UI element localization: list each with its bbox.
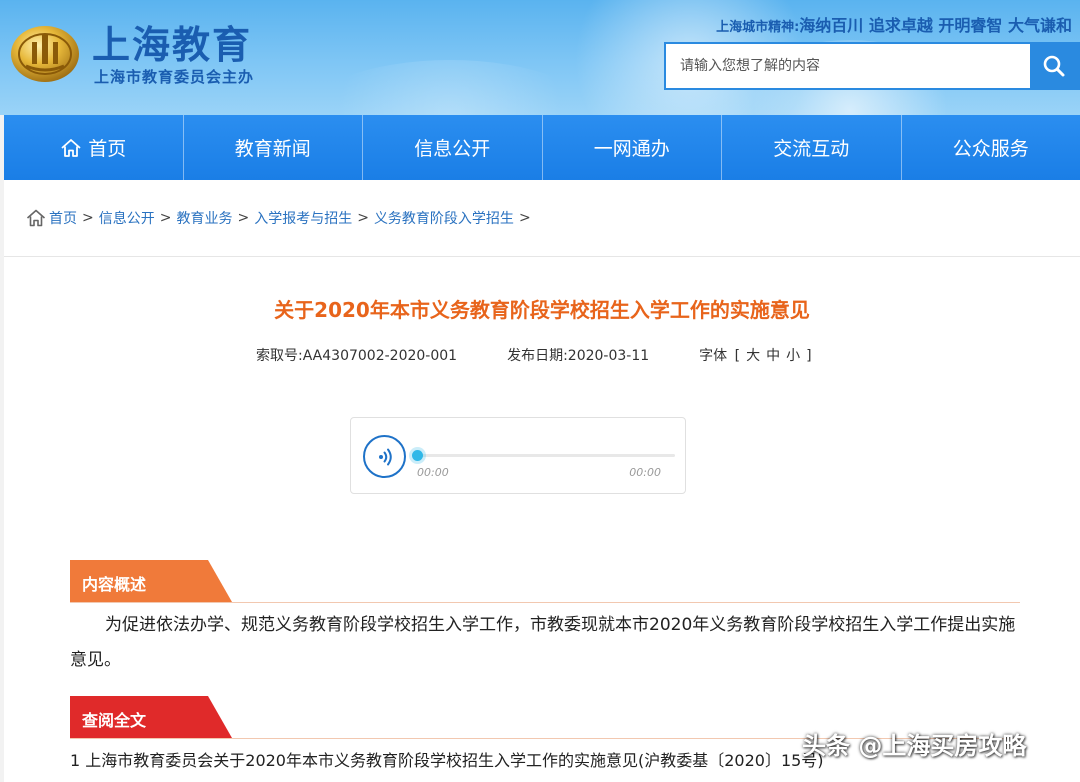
- search-input[interactable]: [666, 44, 1032, 88]
- nav-item-label: 公众服务: [952, 138, 1029, 160]
- breadcrumb-link-home[interactable]: 首页: [49, 208, 77, 228]
- nav-item-label: 教育新闻: [234, 138, 311, 160]
- nav-item-education-news[interactable]: 教育新闻: [184, 115, 363, 180]
- home-icon[interactable]: [26, 208, 46, 228]
- play-button[interactable]: [363, 435, 406, 478]
- audio-wave-icon: [378, 448, 392, 465]
- city-spirit-text: 海纳百川 追求卓越 开明睿智 大气谦和: [799, 16, 1072, 35]
- publish-date-label: 发布日期:: [507, 348, 568, 364]
- publish-date-value: 2020-03-11: [567, 348, 650, 364]
- summary-section-divider: [70, 602, 1020, 603]
- font-size-label: 字体: [699, 348, 728, 364]
- audio-progress-handle[interactable]: [412, 450, 423, 461]
- watermark-text: 头条 @上海买房攻略: [802, 732, 1027, 760]
- font-size-medium-button[interactable]: 中: [766, 348, 780, 364]
- site-title[interactable]: 上海教育: [92, 14, 252, 69]
- search-button[interactable]: [1030, 44, 1078, 88]
- summary-section-label: 内容概述: [82, 575, 147, 594]
- audio-progress-track[interactable]: [412, 450, 675, 461]
- summary-text: 为促进依法办学、规范义务教育阶段学校招生入学工作，市教委现就本市2020年义务教…: [70, 615, 1016, 670]
- breadcrumb-separator: >: [82, 210, 94, 226]
- font-size-bracket-close: ]: [806, 348, 812, 364]
- publish-date: 发布日期:2020-03-11: [507, 345, 649, 365]
- audio-player: 00:00 00:00: [350, 417, 686, 494]
- home-icon: [61, 138, 81, 157]
- site-header: 上海教育 上海市教育委员会主办 上海城市精神:海纳百川 追求卓越 开明睿智 大气…: [0, 0, 1080, 115]
- index-number: 索取号:AA4307002-2020-001: [256, 345, 457, 365]
- nav-item-label: 首页: [88, 138, 127, 160]
- site-logo-emblem-icon[interactable]: [8, 12, 82, 86]
- breadcrumb-link-education-business[interactable]: 教育业务: [176, 208, 232, 228]
- content-panel: 首页 > 信息公开 > 教育业务 > 入学报考与招生 > 义务教育阶段入学招生 …: [4, 180, 1080, 782]
- nav-item-interaction[interactable]: 交流互动: [722, 115, 902, 180]
- breadcrumb-link-admission[interactable]: 入学报考与招生: [254, 208, 352, 228]
- audio-current-time: 00:00: [417, 466, 449, 479]
- search-box: [664, 42, 1080, 90]
- article-title: 关于2020年本市义务教育阶段学校招生入学工作的实施意见: [274, 298, 810, 322]
- search-icon: [1043, 55, 1065, 77]
- breadcrumb-separator: >: [237, 210, 250, 226]
- nav-item-label: 信息公开: [414, 138, 491, 160]
- nav-item-label: 交流互动: [773, 138, 850, 160]
- breadcrumb-separator: >: [518, 210, 531, 226]
- nav-item-public-service[interactable]: 公众服务: [902, 115, 1080, 180]
- font-size-small-button[interactable]: 小: [786, 348, 800, 364]
- nav-item-home[interactable]: 首页: [4, 115, 184, 180]
- fulltext-section-tag: 查阅全文: [70, 696, 232, 738]
- divider: [4, 256, 1080, 257]
- nav-item-info-disclosure[interactable]: 信息公开: [363, 115, 543, 180]
- document-link[interactable]: 1 上海市教育委员会关于2020年本市义务教育阶段学校招生入学工作的实施意见(沪…: [70, 747, 824, 771]
- summary-section-tag: 内容概述: [70, 560, 232, 602]
- main-nav: 首页 教育新闻 信息公开 一网通办 交流互动 公众服务: [4, 115, 1080, 180]
- article-meta: 索取号:AA4307002-2020-001 发布日期:2020-03-11 字…: [256, 345, 815, 365]
- breadcrumb: 首页 > 信息公开 > 教育业务 > 入学报考与招生 > 义务教育阶段入学招生 …: [26, 208, 536, 228]
- index-number-label: 索取号:: [256, 348, 303, 364]
- breadcrumb-link-compulsory-admission[interactable]: 义务教育阶段入学招生: [374, 208, 514, 228]
- city-spirit-slogan: 上海城市精神:海纳百川 追求卓越 开明睿智 大气谦和: [716, 12, 1072, 36]
- breadcrumb-separator: >: [159, 210, 172, 226]
- index-number-value: AA4307002-2020-001: [302, 348, 458, 364]
- breadcrumb-link-info-disclosure[interactable]: 信息公开: [99, 208, 155, 228]
- nav-item-label: 一网通办: [593, 138, 670, 160]
- fulltext-section-label: 查阅全文: [82, 711, 147, 730]
- font-size-large-button[interactable]: 大: [746, 348, 760, 364]
- header-decoration: [300, 60, 600, 115]
- city-spirit-label: 上海城市精神:: [716, 20, 800, 35]
- site-subtitle: 上海市教育委员会主办: [94, 68, 255, 86]
- breadcrumb-separator: >: [357, 210, 369, 226]
- nav-item-one-stop-service[interactable]: 一网通办: [543, 115, 722, 180]
- font-size-bracket-open: [: [734, 348, 741, 364]
- font-size-control: 字体 [ 大中小]: [699, 345, 814, 365]
- audio-duration: 00:00: [629, 466, 661, 479]
